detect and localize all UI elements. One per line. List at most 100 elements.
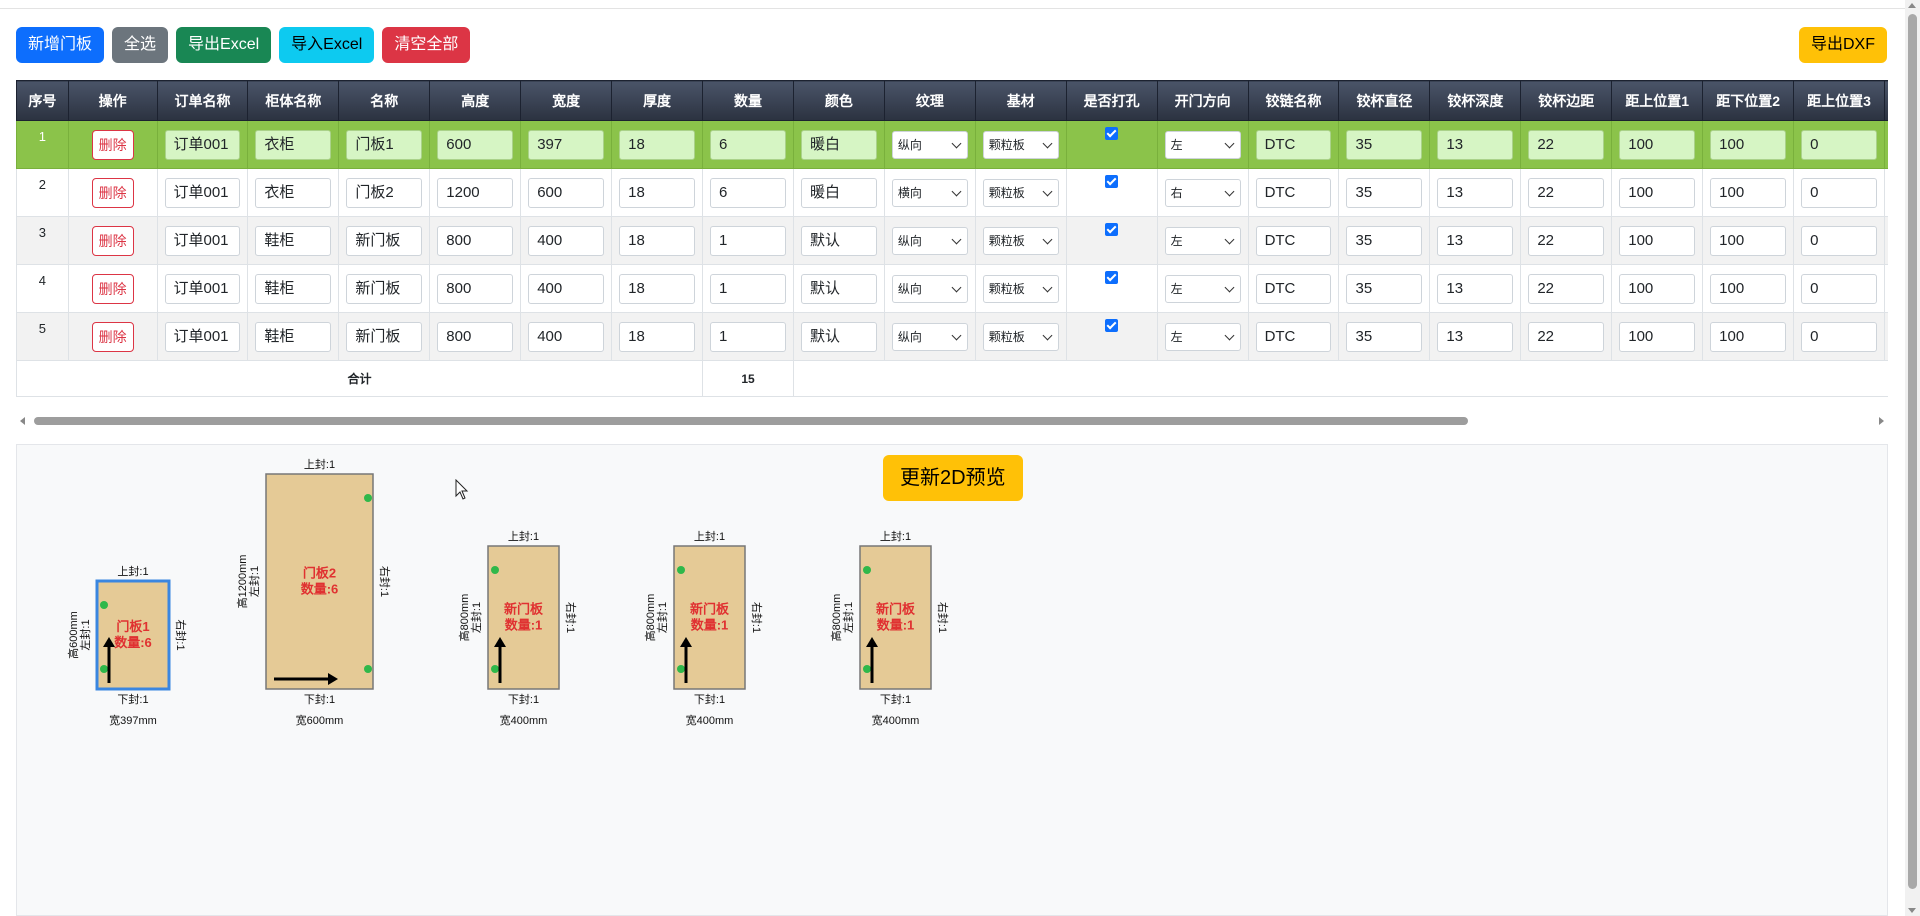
cup_depth-input[interactable]: 13 [1437, 177, 1514, 208]
door-direction-select[interactable]: 右 [1164, 178, 1241, 207]
cabinet-input[interactable]: 鞋柜 [255, 225, 332, 256]
name-input[interactable]: 新门板 [346, 273, 423, 304]
texture-select[interactable]: 纵向 [891, 322, 968, 351]
p3-input[interactable]: 0 [1801, 321, 1878, 352]
drill-checkbox[interactable] [1105, 319, 1119, 332]
width-input[interactable]: 400 [528, 321, 605, 352]
door-direction-select[interactable]: 左 [1164, 322, 1241, 351]
door-direction-select[interactable]: 左 [1164, 130, 1241, 159]
p3-input[interactable]: 0 [1801, 273, 1878, 304]
delete-row-button[interactable]: 删除 [91, 321, 134, 352]
door-panel-preview[interactable]: 门板1数量:6 上封:1 下封:1 宽397mm 左封:1高600mm 右封:1 [66, 564, 188, 727]
door-panel-preview[interactable]: 门板2数量:6 上封:1 下封:1 宽600mm 左封:1高1200mm 右封:1 [235, 457, 392, 727]
width-input[interactable]: 600 [528, 177, 605, 208]
door-panel-preview[interactable]: 新门板数量:1 上封:1 下封:1 宽400mm 左封:1高800mm 右封:1 [457, 529, 578, 727]
p1-input[interactable]: 100 [1619, 273, 1696, 304]
column-header[interactable]: 距下位置2 [1702, 80, 1795, 121]
update-2d-preview-button[interactable]: 更新2D预览 [883, 455, 1023, 501]
texture-select[interactable]: 纵向 [891, 274, 968, 303]
texture-select[interactable]: 纵向 [891, 226, 968, 255]
thickness-input[interactable]: 18 [619, 321, 696, 352]
base-select[interactable]: 颗粒板 [982, 226, 1059, 255]
qty-input[interactable]: 1 [710, 273, 786, 304]
p3-input[interactable]: 0 [1801, 129, 1878, 160]
column-header[interactable]: 操作 [67, 80, 158, 121]
table-row[interactable]: 1 删除 订单001 衣柜 门板1 600 397 18 6 暖白 纵向 颗粒板 左 DTC 35 13 22 1… [16, 120, 1888, 169]
delete-row-button[interactable]: 删除 [91, 225, 134, 256]
door-direction-select[interactable]: 左 [1164, 274, 1241, 303]
drill-checkbox[interactable] [1105, 127, 1119, 140]
drill-checkbox[interactable] [1105, 175, 1119, 188]
scroll-up-icon[interactable] [1908, 3, 1916, 8]
add-door-panel-button[interactable]: 新增门板 [16, 27, 105, 63]
cup_margin-input[interactable]: 22 [1528, 129, 1605, 160]
order-input[interactable]: 订单001 [164, 129, 241, 160]
thickness-input[interactable]: 18 [619, 129, 696, 160]
column-header[interactable]: 柜体名称 [247, 80, 340, 121]
hinge-input[interactable]: DTC [1255, 129, 1332, 160]
column-header[interactable]: 数量 [702, 80, 794, 121]
column-header[interactable]: 铰杯直径 [1338, 80, 1431, 121]
hinge-input[interactable]: DTC [1255, 321, 1332, 352]
column-header[interactable]: 宽度 [520, 80, 613, 121]
hinge-input[interactable]: DTC [1255, 273, 1332, 304]
vertical-scrollbar[interactable] [1905, 0, 1920, 916]
column-header[interactable]: 铰链名称 [1247, 80, 1340, 121]
cup_margin-input[interactable]: 22 [1528, 273, 1605, 304]
drill-checkbox[interactable] [1105, 271, 1119, 284]
p2-input[interactable]: 100 [1710, 273, 1787, 304]
cup_margin-input[interactable]: 22 [1528, 321, 1605, 352]
p1-input[interactable]: 100 [1619, 321, 1696, 352]
cup_d-input[interactable]: 35 [1346, 273, 1423, 304]
door-panel-preview[interactable]: 新门板数量:1 上封:1 下封:1 宽400mm 左封:1高800mm 右封:1 [643, 529, 764, 727]
scroll-left-icon[interactable] [20, 417, 25, 425]
height-input[interactable]: 1200 [437, 177, 514, 208]
column-header[interactable]: 距上位置3 [1793, 80, 1886, 121]
cup_d-input[interactable]: 35 [1346, 321, 1423, 352]
select-all-button[interactable]: 全选 [112, 27, 169, 63]
column-header[interactable]: 开门方向 [1156, 80, 1249, 121]
table-row[interactable]: 5 删除 订单001 鞋柜 新门板 800 400 18 1 默认 纵向 颗粒板 左 DTC 35 13 22 1… [16, 312, 1888, 361]
door-direction-select[interactable]: 左 [1164, 226, 1241, 255]
cabinet-input[interactable]: 衣柜 [255, 177, 332, 208]
cup_d-input[interactable]: 35 [1346, 177, 1423, 208]
scroll-down-icon[interactable] [1908, 908, 1916, 913]
width-input[interactable]: 400 [528, 225, 605, 256]
cabinet-input[interactable]: 鞋柜 [255, 321, 332, 352]
qty-input[interactable]: 1 [710, 225, 786, 256]
p3-input[interactable]: 0 [1801, 177, 1878, 208]
export-dxf-button[interactable]: 导出DXF [1799, 27, 1888, 63]
cup_depth-input[interactable]: 13 [1437, 225, 1514, 256]
column-header[interactable]: 订单名称 [156, 80, 249, 121]
order-input[interactable]: 订单001 [164, 273, 241, 304]
p1-input[interactable]: 100 [1619, 177, 1696, 208]
p2-input[interactable]: 100 [1710, 225, 1787, 256]
p2-input[interactable]: 100 [1710, 177, 1787, 208]
table-row[interactable]: 4 删除 订单001 鞋柜 新门板 800 400 18 1 默认 纵向 颗粒板 左 DTC 35 13 22 1… [16, 264, 1888, 313]
column-header[interactable]: 纹理 [883, 80, 976, 121]
column-header[interactable]: 距上位置4 [1884, 80, 1888, 121]
column-header[interactable]: 是否打孔 [1065, 80, 1158, 121]
column-header[interactable]: 名称 [338, 80, 431, 121]
column-header[interactable]: 基材 [974, 80, 1067, 121]
table-row[interactable]: 2 删除 订单001 衣柜 门板2 1200 600 18 6 暖白 横向 颗粒板 右 DTC 35 13 22… [16, 168, 1888, 217]
delete-row-button[interactable]: 删除 [91, 177, 134, 208]
p1-input[interactable]: 100 [1619, 129, 1696, 160]
qty-input[interactable]: 6 [710, 177, 786, 208]
horizontal-scrollbar[interactable] [16, 411, 1888, 428]
width-input[interactable]: 400 [528, 273, 605, 304]
color-input[interactable]: 默认 [800, 321, 877, 352]
cup_d-input[interactable]: 35 [1346, 225, 1423, 256]
name-input[interactable]: 新门板 [346, 321, 423, 352]
cup_depth-input[interactable]: 13 [1437, 129, 1514, 160]
p1-input[interactable]: 100 [1619, 225, 1696, 256]
column-header[interactable]: 铰杯边距 [1520, 80, 1613, 121]
order-input[interactable]: 订单001 [164, 177, 241, 208]
table-row[interactable]: 3 删除 订单001 鞋柜 新门板 800 400 18 1 默认 纵向 颗粒板 左 DTC 35 13 22 1… [16, 216, 1888, 265]
cup_depth-input[interactable]: 13 [1437, 273, 1514, 304]
base-select[interactable]: 颗粒板 [982, 274, 1059, 303]
column-header[interactable]: 距上位置1 [1611, 80, 1704, 121]
p2-input[interactable]: 100 [1710, 129, 1787, 160]
door-panel-preview[interactable]: 新门板数量:1 上封:1 下封:1 宽400mm 左封:1高800mm 右封:1 [829, 529, 950, 727]
scroll-right-icon[interactable] [1879, 417, 1884, 425]
